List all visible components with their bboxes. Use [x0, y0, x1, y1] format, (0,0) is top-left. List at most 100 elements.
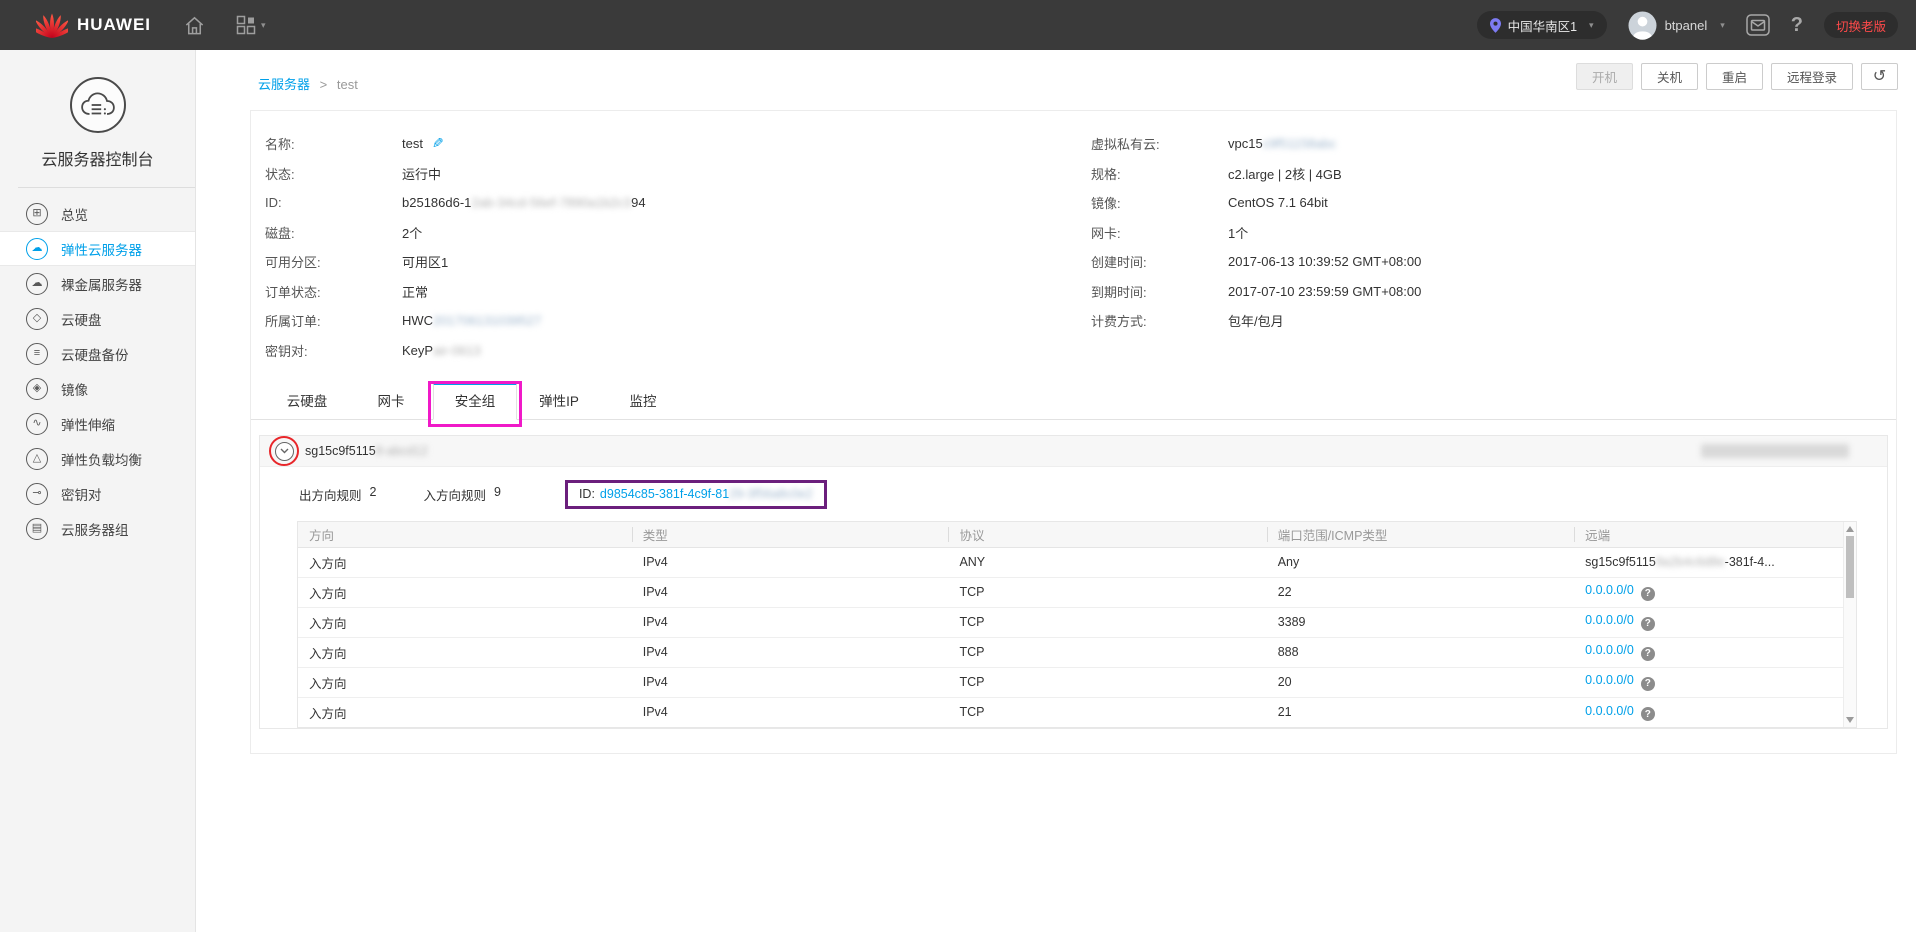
sidebar-item-backup[interactable]: ≡ 云硬盘备份 [0, 336, 195, 371]
help-icon[interactable]: ? [1641, 617, 1655, 631]
table-row: 入方向 IPv4 TCP 888 0.0.0.0/0? [298, 637, 1843, 667]
switch-old-version-button[interactable]: 切换老版 [1824, 12, 1898, 38]
region-label: 中国华南区1 [1508, 16, 1577, 35]
help-icon[interactable]: ? [1791, 14, 1803, 37]
field-flavor: 规格: c2.large | 2核 | 4GB [1091, 159, 1896, 189]
cell-port: 888 [1267, 637, 1574, 667]
cell-type: IPv4 [632, 577, 949, 607]
scroll-down-arrow[interactable] [1846, 717, 1854, 723]
sidebar-item-bms[interactable]: ☁ 裸金属服务器 [0, 266, 195, 301]
cell-direction: 入方向 [298, 667, 632, 697]
vpc-visible-prefix: vpc15 [1228, 136, 1263, 151]
table-row: 入方向 IPv4 ANY Any sg15c9f51158a2b4c6d8e-3… [298, 547, 1843, 577]
region-selector[interactable]: 中国华南区1 ▾ [1477, 11, 1607, 39]
field-label: 所属订单: [265, 311, 402, 330]
refresh-button[interactable]: ↺ [1861, 63, 1898, 90]
scroll-up-arrow[interactable] [1846, 526, 1854, 532]
cell-remote: 0.0.0.0/0? [1574, 607, 1843, 637]
rule-summary-row: 出方向规则 2 入方向规则 9 ID: d9854c85-381f-4c9f-8… [260, 467, 1887, 520]
col-port-range: 端口范围/ICMP类型 [1267, 522, 1574, 547]
remote-cidr-link[interactable]: 0.0.0.0/0 [1585, 583, 1634, 597]
remote-cidr-link[interactable]: 0.0.0.0/0 [1585, 704, 1634, 718]
chevron-down-icon [275, 442, 294, 461]
field-created: 创建时间: 2017-06-13 10:39:52 GMT+08:00 [1091, 247, 1896, 277]
tab-nic[interactable]: 网卡 [349, 383, 433, 419]
breadcrumb-root-link[interactable]: 云服务器 [258, 77, 310, 92]
topbar-right: 中国华南区1 ▾ btpanel ▾ ? 切换老版 [1477, 11, 1916, 40]
console-cloud-icon [70, 77, 126, 133]
help-icon[interactable]: ? [1641, 677, 1655, 691]
user-menu[interactable]: btpanel ▾ [1628, 11, 1725, 40]
vpc-link[interactable]: vpc15c9f51158abc [1228, 136, 1336, 151]
restart-button[interactable]: 重启 [1706, 63, 1763, 90]
field-label: 名称: [265, 134, 402, 153]
collapse-toggle[interactable] [274, 441, 294, 461]
remote-login-button[interactable]: 远程登录 [1771, 63, 1853, 90]
cell-remote: sg15c9f51158a2b4c6d8e-381f-4... [1574, 547, 1843, 577]
cell-protocol: TCP [948, 607, 1266, 637]
az-value: 可用区1 [402, 252, 448, 271]
remote-cidr-link[interactable]: 0.0.0.0/0 [1585, 643, 1634, 657]
help-icon[interactable]: ? [1641, 707, 1655, 721]
field-label: ID: [265, 195, 402, 210]
flavor-value: c2.large | 2核 | 4GB [1228, 164, 1342, 183]
help-icon[interactable]: ? [1641, 587, 1655, 601]
image-link[interactable]: CentOS 7.1 64bit [1228, 195, 1328, 210]
tab-security-group[interactable]: 安全组 [433, 383, 517, 420]
sg-id-link[interactable]: d9854c85-381f-4c9f-8129-3f56a8c0e2 [600, 487, 813, 501]
sidebar-item-label: 弹性负载均衡 [61, 449, 142, 469]
outbound-count: 2 [370, 485, 377, 504]
order-redacted: 201706131039527 [433, 313, 541, 328]
sidebar-item-label: 密钥对 [61, 484, 102, 504]
image-icon: ◈ [26, 378, 48, 400]
remote-cidr-link[interactable]: 0.0.0.0/0 [1585, 673, 1634, 687]
help-icon[interactable]: ? [1641, 647, 1655, 661]
cell-direction: 入方向 [298, 697, 632, 727]
sidebar-item-keypair[interactable]: ⊸ 密钥对 [0, 476, 195, 511]
server-action-buttons: 开机 关机 重启 远程登录 ↺ [1568, 63, 1898, 90]
tab-monitoring[interactable]: 监控 [601, 383, 685, 419]
sidebar-item-label: 云硬盘 [61, 309, 102, 329]
power-on-button[interactable]: 开机 [1576, 63, 1633, 90]
cell-remote: 0.0.0.0/0? [1574, 637, 1843, 667]
billing-value: 包年/包月 [1228, 311, 1284, 330]
cell-port: 22 [1267, 577, 1574, 607]
col-protocol: 协议 [948, 522, 1266, 547]
power-off-button[interactable]: 关机 [1641, 63, 1698, 90]
keypair-value: KeyPair-0613 [402, 343, 481, 358]
cell-port: 3389 [1267, 607, 1574, 637]
cell-direction: 入方向 [298, 577, 632, 607]
tab-eip[interactable]: 弹性IP [517, 383, 601, 419]
console-switcher-icon[interactable]: ▾ [236, 15, 266, 35]
server-details: 名称: test ✎ 状态: 运行中 ID: b25186d6-12ab-34c… [251, 121, 1896, 367]
sg-id-visible: d9854c85-381f-4c9f-81 [600, 487, 729, 501]
col-remote: 远端 [1574, 522, 1843, 547]
sidebar-item-overview[interactable]: ⊞ 总览 [0, 196, 195, 231]
huawei-logo[interactable]: HUAWEI [36, 12, 151, 39]
backup-icon: ≡ [26, 343, 48, 365]
chevron-down-icon: ▾ [261, 20, 266, 31]
remote-cidr-link[interactable]: 0.0.0.0/0 [1585, 613, 1634, 627]
scrollbar-thumb[interactable] [1846, 536, 1854, 598]
sidebar-item-server-group[interactable]: ▤ 云服务器组 [0, 511, 195, 546]
disks-value: 2个 [402, 223, 422, 242]
sidebar-item-autoscaling[interactable]: ∿ 弹性伸缩 [0, 406, 195, 441]
field-label: 网卡: [1091, 223, 1228, 242]
sidebar-item-elb[interactable]: △ 弹性负载均衡 [0, 441, 195, 476]
tab-disks[interactable]: 云硬盘 [265, 383, 349, 419]
sidebar-item-image[interactable]: ◈ 镜像 [0, 371, 195, 406]
messages-icon[interactable] [1746, 14, 1770, 36]
divider [18, 187, 195, 188]
field-id: ID: b25186d6-12ab-34cd-56ef-7890a1b2c394 [265, 188, 1091, 218]
sidebar-item-evs[interactable]: ◇ 云硬盘 [0, 301, 195, 336]
server-group-icon: ▤ [26, 518, 48, 540]
security-group-name: sg15c9f51158-abcd12 [305, 444, 428, 458]
home-icon[interactable] [183, 14, 206, 37]
order-link[interactable]: HWC201706131039527 [402, 313, 542, 328]
field-expire: 到期时间: 2017-07-10 23:59:59 GMT+08:00 [1091, 277, 1896, 307]
table-scrollbar[interactable] [1843, 522, 1856, 727]
edit-name-icon[interactable]: ✎ [432, 135, 444, 152]
field-name: 名称: test ✎ [265, 129, 1091, 159]
evs-icon: ◇ [26, 308, 48, 330]
sidebar-item-ecs[interactable]: ☁ 弹性云服务器 [0, 231, 195, 266]
